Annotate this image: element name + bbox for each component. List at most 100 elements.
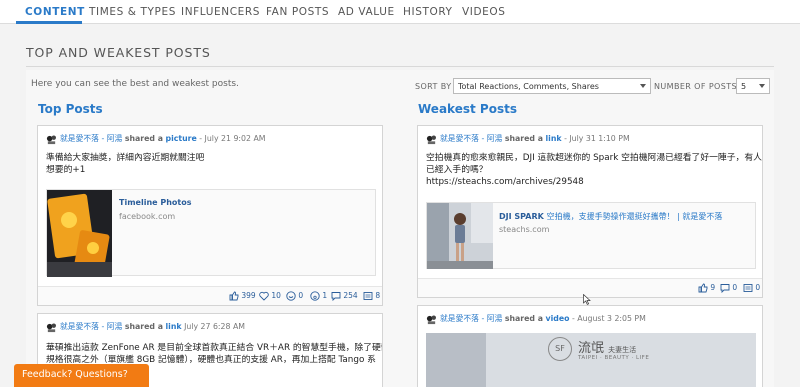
- loves-count: 10: [271, 291, 281, 300]
- comments-count: 254: [343, 291, 358, 300]
- intro-text: Here you can see the best and weakest po…: [31, 79, 239, 89]
- post-message: 空拍機真的愈來愈親民，DJI 這款超迷你的 Spark 空拍機阿湯已經看了好一陣…: [426, 152, 762, 188]
- comments-stat: 254: [331, 291, 358, 302]
- wow-face-icon: [310, 291, 320, 301]
- shared-text: shared a: [504, 134, 543, 143]
- message-line: https://steachs.com/archives/29548: [426, 177, 584, 187]
- active-tab-indicator: [16, 21, 82, 24]
- tab-content[interactable]: CONTENT: [25, 6, 85, 18]
- shares-count: 8: [375, 291, 381, 300]
- shares-count: 0: [755, 283, 761, 292]
- tab-videos[interactable]: VIDEOS: [462, 6, 506, 18]
- chevron-down-icon: [640, 84, 646, 88]
- attachment-subtitle: 空拍機，支援手勢操作還挺好攜帶！ | 就是愛不落: [546, 212, 723, 221]
- post-time: July 27 6:28 AM: [184, 322, 246, 331]
- post-header: 就是愛不落 - 阿湯 shared a video - August 3 2:0…: [426, 313, 646, 327]
- page-name-link[interactable]: 就是愛不落 - 阿湯: [440, 134, 502, 143]
- haha-count: 0: [298, 291, 304, 300]
- section-title: TOP AND WEAKEST POSTS: [26, 45, 211, 60]
- attachment-thumbnail: [427, 203, 493, 269]
- attachment-title[interactable]: Timeline Photos: [119, 198, 192, 207]
- post-time: - July 31 1:10 PM: [564, 134, 630, 143]
- shares-stat: 0: [743, 283, 760, 293]
- page-name-link[interactable]: 就是愛不落 - 阿湯: [60, 322, 122, 331]
- likes-count: 399: [241, 291, 256, 300]
- brand-sub-text: 夫妻生活: [608, 346, 637, 354]
- message-line: 華碩推出這款 ZenFone AR 是目前全球首款真正結合 VR＋AR 的智慧型…: [46, 343, 383, 353]
- product-photo-image: [47, 190, 112, 277]
- attachment-preview[interactable]: DJI SPARK 空拍機，支援手勢操作還挺好攜帶！ | 就是愛不落 steac…: [426, 202, 756, 269]
- attachment-domain: facebook.com: [119, 212, 176, 221]
- number-of-posts-label: NUMBER OF POSTS: [654, 82, 737, 91]
- post-type-link[interactable]: picture: [165, 134, 196, 143]
- page-name-link[interactable]: 就是愛不落 - 阿湯: [60, 134, 122, 143]
- brand-name-text: 流氓: [578, 341, 605, 356]
- post-message: 華碩推出這款 ZenFone AR 是目前全球首款真正結合 VR＋AR 的智慧型…: [46, 342, 383, 366]
- likes-count: 9: [710, 283, 716, 292]
- chevron-down-icon: [759, 84, 765, 88]
- heart-icon: [259, 291, 269, 301]
- attachment-thumbnail: [47, 190, 112, 277]
- attachment-domain: steachs.com: [499, 225, 550, 234]
- attachment-title-main: DJI SPARK: [499, 212, 544, 221]
- tab-fan-posts[interactable]: FAN POSTS: [266, 6, 329, 18]
- message-line: 空拍機真的愈來愈親民，DJI 這款超迷你的 Spark 空拍機阿湯已經看了好一陣…: [426, 153, 762, 163]
- attachment-title[interactable]: DJI SPARK 空拍機，支援手勢操作還挺好攜帶！ | 就是愛不落: [499, 211, 722, 222]
- loves-stat: 10: [259, 291, 281, 301]
- likes-stat: 399: [229, 291, 256, 301]
- post-type-link[interactable]: video: [545, 314, 569, 323]
- number-of-posts-select[interactable]: 5: [736, 78, 770, 94]
- message-line: 已經入手的嗎？: [426, 165, 488, 175]
- page-avatar-icon: [46, 322, 56, 332]
- message-line: 準備給大家抽獎，詳細內容近期就關注吧: [46, 153, 205, 163]
- page-name-link[interactable]: 就是愛不落 - 阿湯: [440, 314, 502, 323]
- message-line: 想要的+1: [46, 165, 86, 175]
- wall-shade: [426, 333, 486, 387]
- post-stats-bar: 399 10 0 1 254 8: [38, 286, 382, 305]
- share-icon: [743, 284, 753, 292]
- post-header: 就是愛不落 - 阿湯 shared a picture - July 21 9:…: [46, 133, 266, 147]
- post-header: 就是愛不落 - 阿湯 shared a link - July 31 1:10 …: [426, 133, 630, 147]
- post-time: - August 3 2:05 PM: [571, 314, 646, 323]
- wow-count: 1: [322, 291, 328, 300]
- brand-logo-icon: SF: [548, 337, 572, 361]
- haha-stat: 0: [286, 291, 303, 301]
- likes-stat: 9: [698, 283, 715, 293]
- page-avatar-icon: [426, 314, 436, 324]
- page-avatar-icon: [46, 134, 56, 144]
- feedback-button[interactable]: Feedback? Questions?: [14, 364, 149, 387]
- sort-by-value: Total Reactions, Comments, Shares: [458, 82, 599, 91]
- person-photo-image: [427, 203, 493, 269]
- tab-history[interactable]: HISTORY: [403, 6, 453, 18]
- comment-icon: [331, 292, 341, 302]
- top-posts-title: Top Posts: [38, 102, 103, 116]
- video-thumbnail[interactable]: SF 流氓 夫妻生活 TAIPEI · BEAUTY · LIFE: [426, 333, 756, 387]
- weakest-posts-title: Weakest Posts: [418, 102, 517, 116]
- tab-times-types[interactable]: TIMES & TYPES: [89, 6, 176, 18]
- tab-influencers[interactable]: INFLUENCERS: [181, 6, 260, 18]
- post-type-link[interactable]: link: [165, 322, 181, 331]
- top-post-card: 就是愛不落 - 阿湯 shared a picture - July 21 9:…: [37, 125, 383, 306]
- post-message: 準備給大家抽獎，詳細內容近期就關注吧 想要的+1: [46, 152, 204, 176]
- weakest-post-card: 就是愛不落 - 阿湯 shared a link - July 31 1:10 …: [417, 125, 763, 298]
- comments-count: 0: [732, 283, 738, 292]
- mouse-cursor-icon: [583, 294, 591, 305]
- comments-stat: 0: [720, 283, 738, 294]
- brand-tagline: TAIPEI · BEAUTY · LIFE: [578, 355, 650, 361]
- shared-text: shared a: [124, 322, 163, 331]
- shared-text: shared a: [504, 314, 543, 323]
- sort-by-label: SORT BY: [415, 82, 452, 91]
- share-icon: [363, 292, 373, 300]
- post-type-link[interactable]: link: [545, 134, 561, 143]
- weakest-post-card: 就是愛不落 - 阿湯 shared a video - August 3 2:0…: [417, 305, 763, 387]
- laugh-face-icon: [286, 291, 296, 301]
- attachment-preview[interactable]: Timeline Photos facebook.com: [46, 189, 376, 277]
- tab-ad-value[interactable]: AD VALUE: [338, 6, 395, 18]
- brand-name: 流氓 夫妻生活: [578, 337, 636, 356]
- comment-icon: [720, 284, 730, 294]
- thumbs-up-icon: [229, 291, 239, 301]
- page-avatar-icon: [426, 134, 436, 144]
- thumbs-up-icon: [698, 283, 708, 293]
- wow-stat: 1: [310, 291, 327, 301]
- sort-by-select[interactable]: Total Reactions, Comments, Shares: [453, 78, 651, 94]
